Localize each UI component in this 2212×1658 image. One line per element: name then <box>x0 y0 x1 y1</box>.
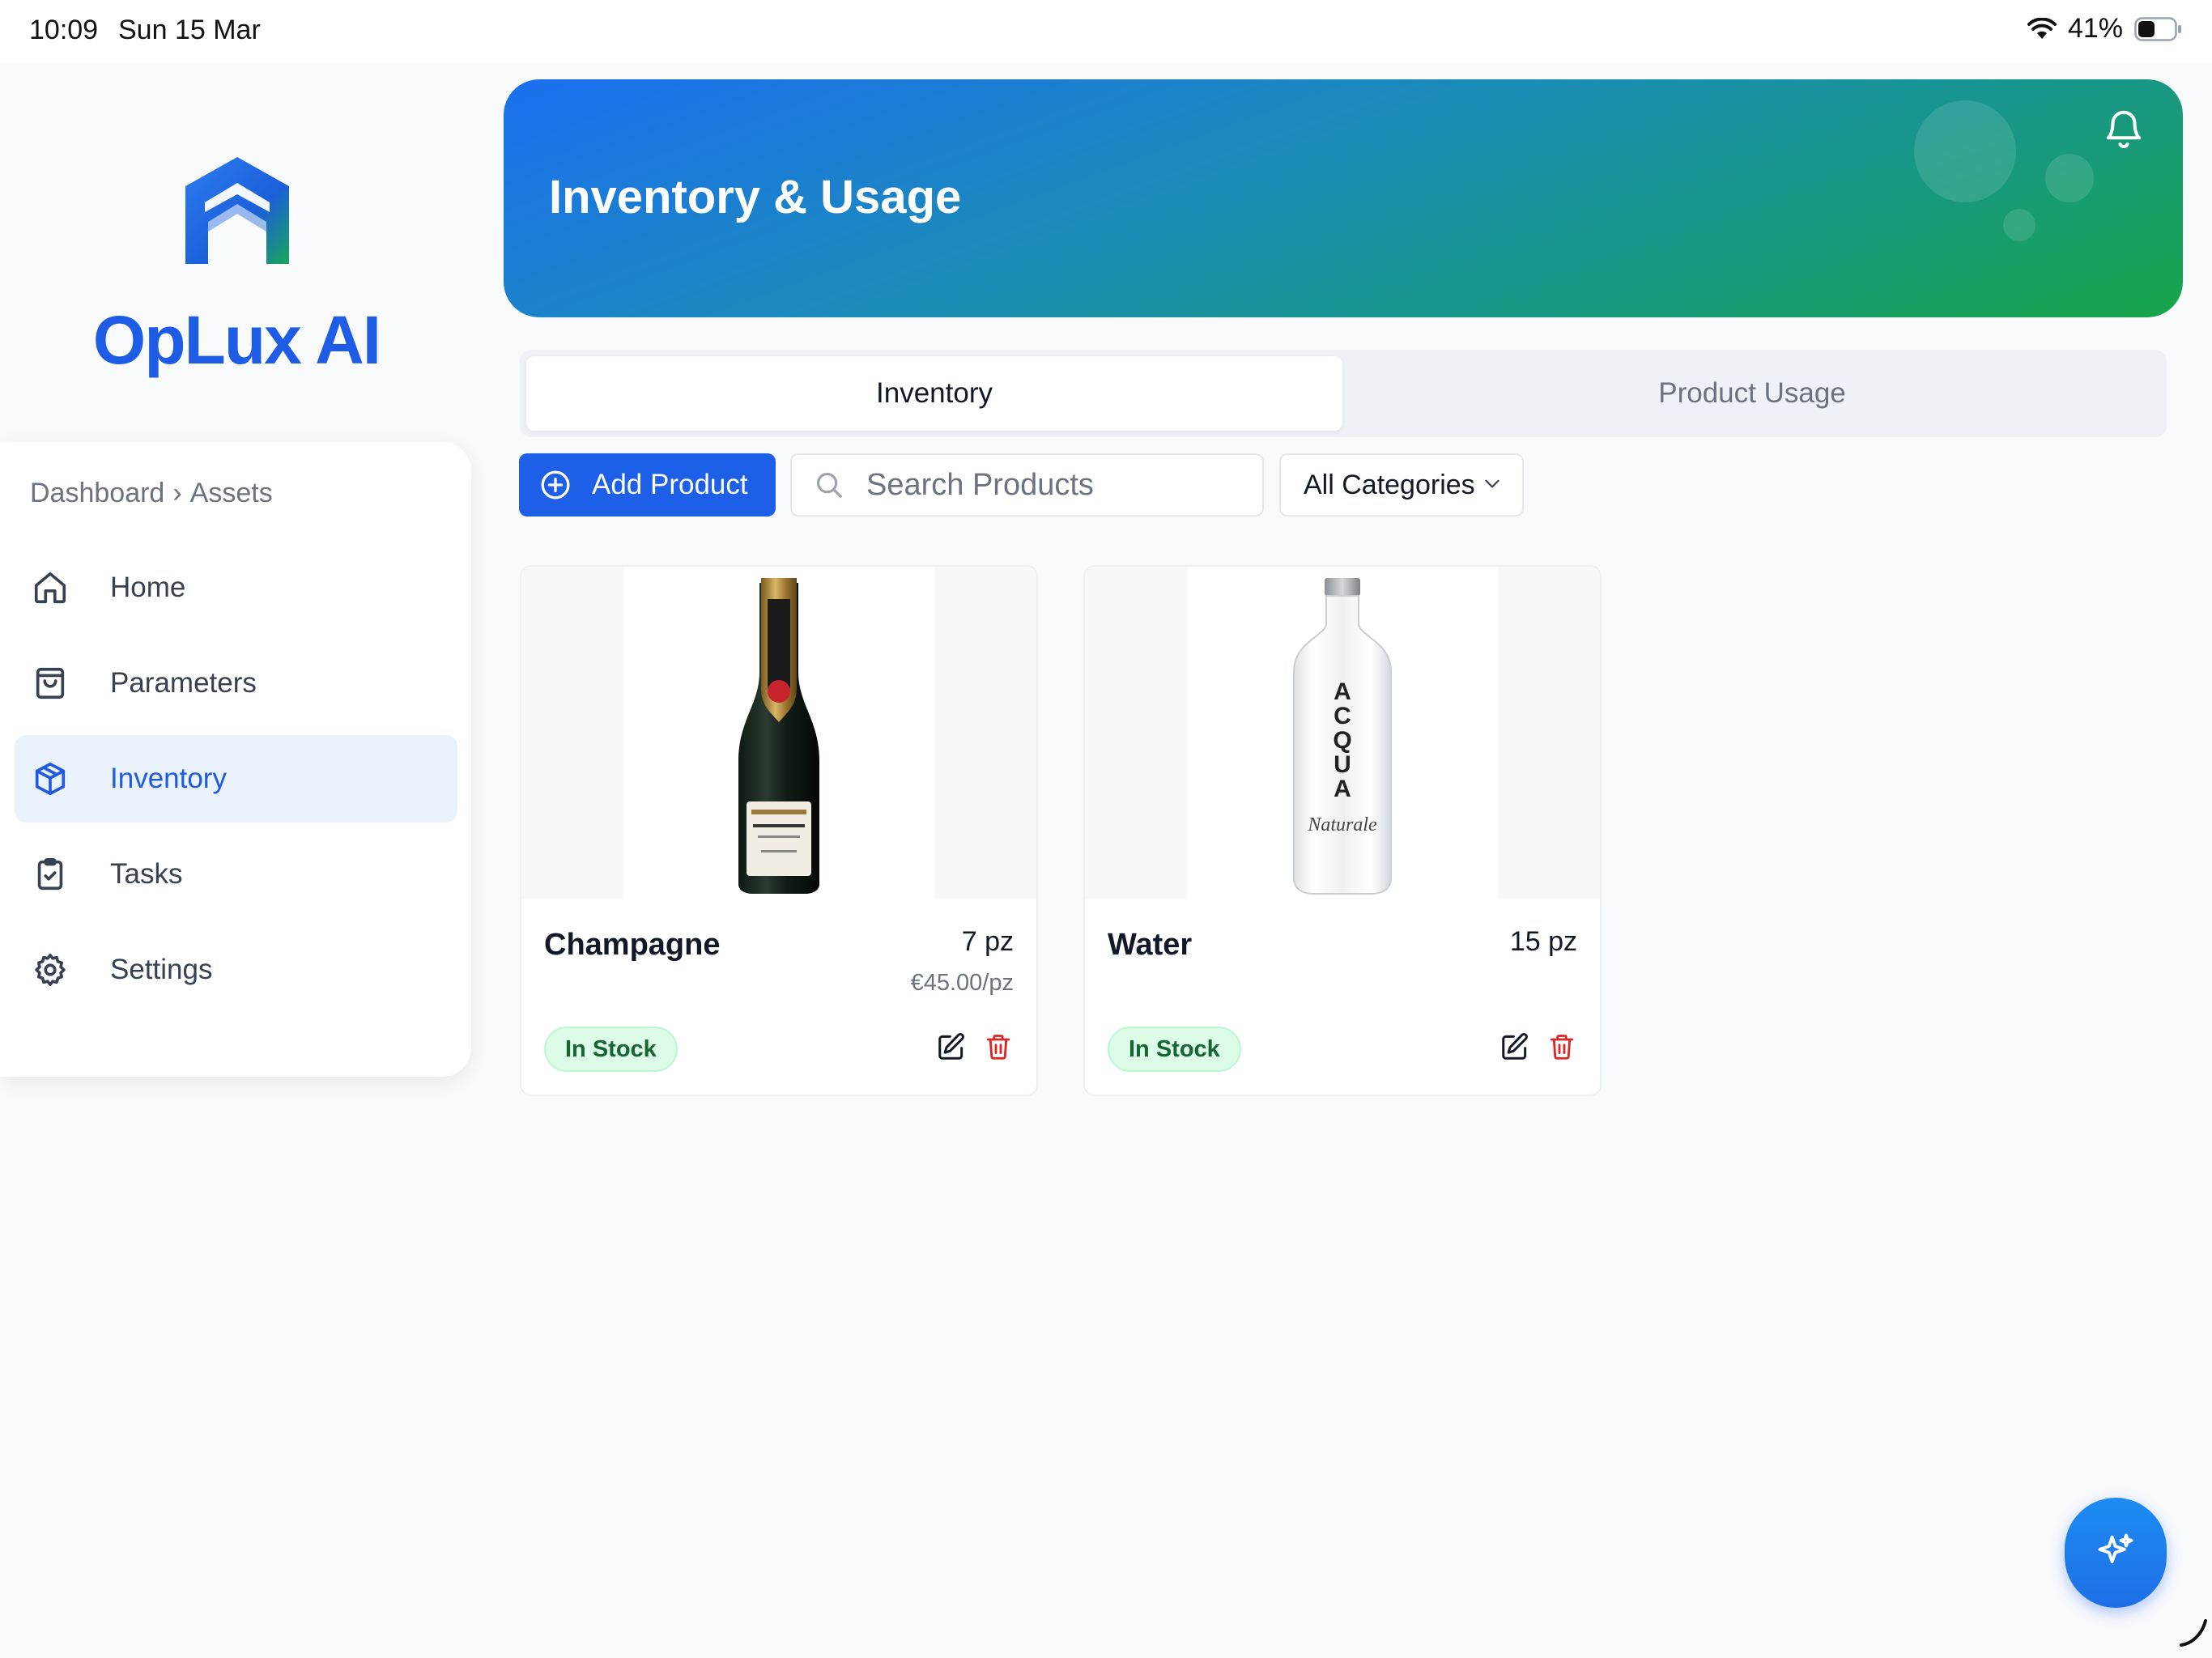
sidebar: Dashboard › Assets Home Parameters Inven… <box>0 442 471 1077</box>
delete-product-button[interactable] <box>1543 1030 1580 1067</box>
ai-assistant-button[interactable] <box>2065 1498 2167 1608</box>
status-time: 10:09 <box>29 15 99 45</box>
brand-name: OpLux AI <box>92 302 381 378</box>
home-icon <box>15 569 110 606</box>
edit-icon <box>936 1031 967 1066</box>
search-input[interactable] <box>866 467 1262 503</box>
view-tabs: Inventory Product Usage <box>520 350 2167 437</box>
sidebar-item-label: Tasks <box>110 858 183 890</box>
gear-icon <box>15 951 110 988</box>
trash-icon <box>984 1031 1013 1066</box>
add-product-label: Add Product <box>592 469 748 500</box>
delete-product-button[interactable] <box>980 1030 1017 1067</box>
add-product-button[interactable]: Add Product <box>519 453 776 517</box>
wifi-icon <box>2027 17 2057 40</box>
status-bar: 10:09 Sun 15 Mar 41% <box>0 0 2212 63</box>
edit-product-button[interactable] <box>933 1030 970 1067</box>
chevron-down-icon <box>1482 470 1503 501</box>
sidebar-item-label: Settings <box>110 954 213 985</box>
water-bottle-image: A C Q U A Naturale <box>1187 567 1498 899</box>
sidebar-item-label: Parameters <box>110 667 257 699</box>
sidebar-item-label: Inventory <box>110 763 227 794</box>
oplux-logo-icon <box>182 154 292 267</box>
product-quantity: 15 pz <box>1509 926 1577 957</box>
category-filter-select[interactable]: All Categories <box>1279 453 1524 517</box>
sidebar-item-parameters[interactable]: Parameters <box>15 640 457 727</box>
decorative-bubble <box>2045 154 2094 202</box>
product-card-champagne[interactable]: Champagne 7 pz €45.00/pz In Stock <box>520 565 1038 1096</box>
edit-icon <box>1499 1031 1530 1066</box>
app-root: 10:09 Sun 15 Mar 41% OpLux AI Dashboard … <box>0 0 2212 1658</box>
product-card-water[interactable]: A C Q U A Naturale Water 15 pz In Stock <box>1083 565 1602 1096</box>
breadcrumb-separator: › <box>172 478 182 508</box>
bottle-label-text: A <box>1334 776 1351 802</box>
page-header-banner: Inventory & Usage <box>504 79 2183 317</box>
decorative-bubble <box>1914 100 2016 202</box>
breadcrumb-dashboard[interactable]: Dashboard <box>30 478 164 509</box>
breadcrumb: Dashboard › Assets <box>30 478 273 509</box>
notifications-button[interactable] <box>2095 102 2152 159</box>
sidebar-item-settings[interactable]: Settings <box>15 926 457 1014</box>
product-image-area: A C Q U A Naturale <box>1085 567 1600 899</box>
sidebar-item-home[interactable]: Home <box>15 544 457 631</box>
tab-inventory[interactable]: Inventory <box>526 356 1342 431</box>
status-badge: In Stock <box>1108 1027 1241 1072</box>
product-name: Champagne <box>544 928 721 962</box>
bell-icon <box>2102 104 2146 157</box>
status-badge: In Stock <box>544 1027 678 1072</box>
trash-icon <box>1547 1031 1576 1066</box>
plus-circle-icon <box>519 469 592 501</box>
box-icon <box>15 760 110 797</box>
product-image-area <box>521 567 1036 899</box>
bag-icon <box>15 665 110 702</box>
bottle-label-text: A <box>1334 678 1351 705</box>
bottle-label-text: Naturale <box>1307 814 1377 835</box>
champagne-bottle-image <box>623 567 934 899</box>
bottle-label-text: Q <box>1333 727 1351 754</box>
battery-icon <box>2134 16 2183 41</box>
status-date: Sun 15 Mar <box>118 15 261 45</box>
product-name: Water <box>1108 928 1193 962</box>
product-quantity: 7 pz <box>961 926 1014 957</box>
edit-product-button[interactable] <box>1496 1030 1534 1067</box>
resize-handle-icon[interactable] <box>2176 1616 2209 1648</box>
search-icon <box>792 470 866 500</box>
decorative-bubble <box>2003 209 2035 241</box>
sidebar-item-tasks[interactable]: Tasks <box>15 831 457 918</box>
bottle-label-text: U <box>1334 751 1351 778</box>
breadcrumb-assets: Assets <box>189 478 273 508</box>
battery-percentage: 41% <box>2067 13 2123 44</box>
sidebar-item-label: Home <box>110 572 186 603</box>
sparkles-icon <box>2095 1530 2137 1576</box>
status-indicators: 41% <box>2027 13 2183 45</box>
search-products <box>790 453 1264 517</box>
clipboard-check-icon <box>15 856 110 893</box>
product-price: €45.00/pz <box>910 970 1014 996</box>
category-selected-value: All Categories <box>1304 469 1475 500</box>
page-title: Inventory & Usage <box>549 171 962 223</box>
tab-product-usage[interactable]: Product Usage <box>1344 356 2160 431</box>
bottle-label-text: C <box>1334 703 1351 729</box>
sidebar-item-inventory[interactable]: Inventory <box>15 735 457 823</box>
